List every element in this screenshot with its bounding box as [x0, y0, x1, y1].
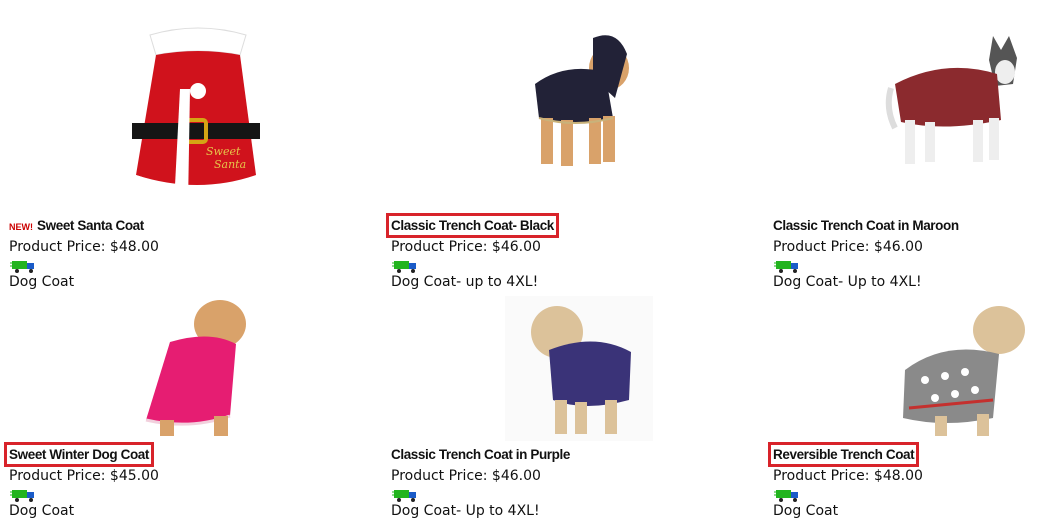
- product-title[interactable]: Classic Trench Coat- Black: [386, 213, 559, 238]
- product-description: Dog Coat: [9, 503, 75, 519]
- product-image-classic-trench-coat-purple[interactable]: [505, 296, 653, 441]
- truck-icon: [392, 258, 420, 273]
- product-description: Dog Coat: [9, 274, 75, 290]
- product-description: Dog Coat- Up to 4XL!: [391, 503, 540, 519]
- product-image-classic-trench-coat-maroon[interactable]: [885, 28, 1035, 178]
- product-title[interactable]: Classic Trench Coat in Purple: [391, 447, 570, 462]
- new-badge: NEW!: [9, 222, 33, 232]
- product-price: Product Price: $48.00: [9, 239, 159, 255]
- product-title[interactable]: Reversible Trench Coat: [767, 442, 920, 467]
- truck-icon: [774, 487, 802, 502]
- truck-icon: [392, 487, 420, 502]
- product-price: Product Price: $46.00: [391, 468, 541, 484]
- truck-icon: [10, 258, 38, 273]
- product-title[interactable]: Sweet Winter Dog Coat: [4, 442, 154, 467]
- product-description: Dog Coat- up to 4XL!: [391, 274, 539, 290]
- product-description: Dog Coat- Up to 4XL!: [773, 274, 922, 290]
- product-image-sweet-winter-dog-coat[interactable]: [140, 296, 260, 441]
- truck-icon: [774, 258, 802, 273]
- product-title-link[interactable]: Sweet Santa Coat: [37, 218, 144, 233]
- product-image-classic-trench-coat-black[interactable]: [505, 28, 645, 173]
- svg-text:Santa: Santa: [214, 158, 246, 171]
- product-price: Product Price: $46.00: [391, 239, 541, 255]
- svg-text:Sweet: Sweet: [206, 145, 241, 158]
- product-title[interactable]: Classic Trench Coat in Maroon: [773, 218, 959, 233]
- truck-icon: [10, 487, 38, 502]
- product-image-reversible-trench-coat[interactable]: [895, 300, 1035, 440]
- product-description: Dog Coat: [773, 503, 839, 519]
- product-price: Product Price: $48.00: [773, 468, 923, 484]
- product-title[interactable]: NEW! Sweet Santa Coat: [9, 218, 144, 233]
- product-price: Product Price: $45.00: [9, 468, 159, 484]
- product-price: Product Price: $46.00: [773, 239, 923, 255]
- product-image-sweet-santa-coat[interactable]: Sweet Santa: [128, 25, 268, 215]
